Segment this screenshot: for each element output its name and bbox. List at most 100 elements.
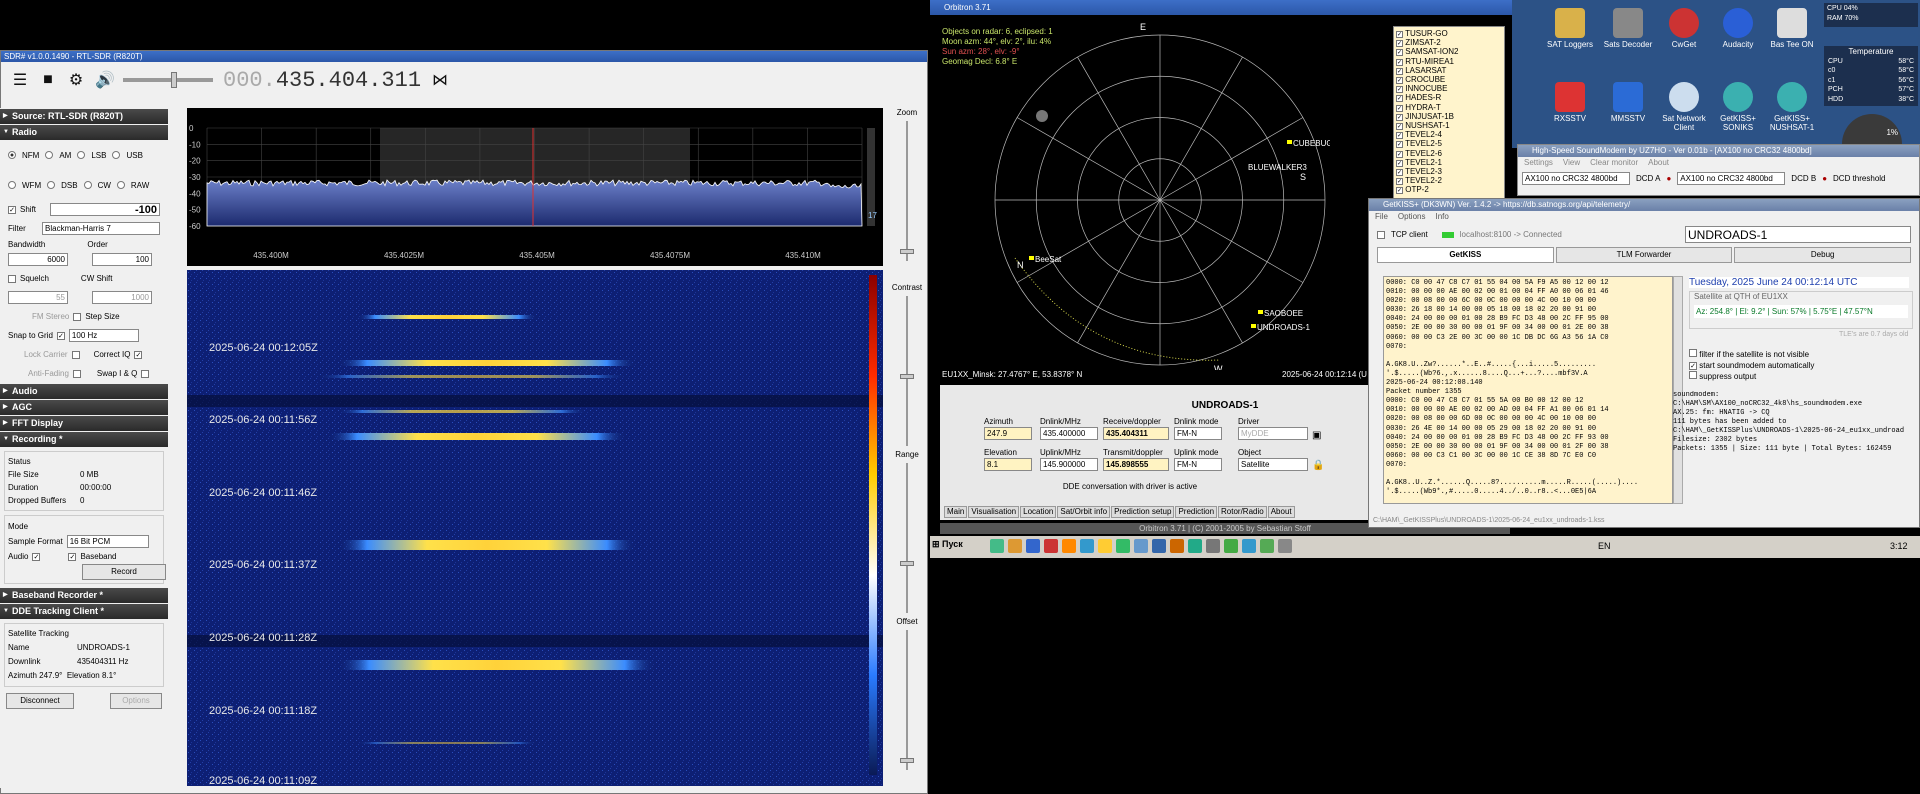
taskbar-app-icon[interactable] — [1116, 539, 1130, 553]
menu-item[interactable]: Info — [1435, 212, 1448, 221]
language-indicator[interactable]: EN — [1598, 541, 1611, 551]
anti-fading-checkbox[interactable] — [72, 369, 81, 378]
driver-select[interactable]: MyDDE — [1238, 427, 1308, 440]
mode-dsb-radio[interactable] — [47, 181, 56, 189]
menu-icon[interactable]: ☰ — [11, 70, 29, 90]
sat-marker[interactable] — [1029, 256, 1034, 260]
satellite-select[interactable]: UNDROADS-1 — [1685, 226, 1911, 243]
driver-settings-icon[interactable]: ▣ — [1312, 430, 1321, 441]
baseband-checkbox[interactable]: ✓ — [68, 552, 77, 561]
satellite-list-item[interactable]: ✓ ZIMSAT-2 — [1396, 38, 1502, 48]
shift-checkbox[interactable]: ✓ — [8, 205, 16, 214]
dnmode-select[interactable]: FM-N — [1174, 427, 1222, 440]
taskbar-app-icon[interactable] — [1062, 539, 1076, 553]
tab-debug[interactable]: Debug — [1734, 247, 1912, 263]
sat-marker[interactable] — [1258, 310, 1263, 314]
offset-slider[interactable] — [900, 630, 914, 770]
snap-checkbox[interactable]: ✓ — [56, 331, 65, 340]
satellite-list-item[interactable]: ✓ TUSUR-GO — [1396, 29, 1502, 38]
orbitron-tab[interactable]: Visualisation — [968, 506, 1020, 518]
desktop-icon[interactable]: RXSSTV — [1540, 82, 1600, 123]
audio-checkbox[interactable]: ✓ — [32, 552, 41, 561]
tcp-checkbox[interactable] — [1377, 230, 1385, 239]
taskbar-app-icon[interactable] — [990, 539, 1004, 553]
orbitron-tab[interactable]: Sat/Orbit info — [1057, 506, 1111, 518]
waterfall-display[interactable]: 2025-06-24 00:12:05Z 2025-06-24 00:11:56… — [187, 270, 883, 786]
mode-cw-radio[interactable] — [83, 181, 92, 189]
orbitron-tab[interactable]: About — [1267, 506, 1295, 518]
filter-visible-checkbox[interactable] — [1689, 349, 1697, 357]
bandwidth-input[interactable]: 6000 — [8, 253, 68, 266]
lock-carrier-checkbox[interactable] — [71, 350, 80, 359]
satellite-list-item[interactable]: ✓ OTP-2 — [1396, 185, 1502, 195]
zoom-slider[interactable] — [900, 121, 914, 261]
satellite-list-item[interactable]: ✓ TEVEL2-1 — [1396, 158, 1502, 167]
auto-soundmodem-checkbox[interactable]: ✓ — [1689, 362, 1697, 370]
taskbar-app-icon[interactable] — [1098, 539, 1112, 553]
volume-slider[interactable] — [123, 72, 213, 88]
section-agc[interactable]: AGC — [0, 400, 168, 415]
gear-icon[interactable]: ⚙ — [67, 70, 85, 90]
desktop-icon[interactable]: Sat Network Client — [1654, 82, 1714, 132]
taskbar-app-icon[interactable] — [1224, 539, 1238, 553]
satellite-list-item[interactable]: ✓ NUSHSAT-1 — [1396, 121, 1502, 131]
object-select[interactable]: Satellite — [1238, 458, 1308, 471]
mode-nfm-radio[interactable] — [8, 151, 16, 159]
section-dde[interactable]: DDE Tracking Client * — [0, 604, 168, 619]
menu-item[interactable]: About — [1648, 158, 1669, 167]
desktop-icon[interactable]: CwGet — [1654, 8, 1714, 49]
options-button[interactable]: Options — [110, 693, 162, 709]
section-radio[interactable]: Radio — [0, 125, 168, 140]
menu-item[interactable]: Clear monitor — [1590, 158, 1638, 167]
squelch-checkbox[interactable] — [8, 274, 16, 283]
spectrum-display[interactable]: 0 -10 -20 -30 -40 -50 -60 435.400M 435.4025M 435.… — [187, 108, 883, 266]
orbitron-tab[interactable]: Main — [944, 506, 968, 518]
taskbar-app-icon[interactable] — [1026, 539, 1040, 553]
satellite-list-item[interactable]: ✓ TEVEL2-3 — [1396, 167, 1502, 177]
radar-plot[interactable]: E S W N CUBEBUG-2 BLUEWALKER3 BeeSat SAO… — [990, 20, 1330, 370]
orbitron-tab[interactable]: Prediction — [1175, 506, 1218, 518]
section-source[interactable]: Source: RTL-SDR (R820T) — [0, 109, 168, 124]
taskbar-app-icon[interactable] — [1080, 539, 1094, 553]
start-button[interactable]: ⊞ Пуск — [932, 539, 963, 550]
orbitron-tab[interactable]: Rotor/Radio — [1218, 506, 1267, 518]
squelch-input[interactable]: 55 — [8, 291, 68, 304]
satellite-list-item[interactable]: ✓ INNOCUBE — [1396, 84, 1502, 94]
orbitron-tab[interactable]: Prediction setup — [1111, 506, 1175, 518]
suppress-output-checkbox[interactable] — [1689, 371, 1697, 379]
section-baseband[interactable]: Baseband Recorder * — [0, 588, 168, 603]
uplink-select[interactable]: 145.900000 — [1040, 458, 1098, 471]
orbitron-tab[interactable]: Location — [1020, 506, 1057, 518]
dnlink-select[interactable]: 435.400000 — [1040, 427, 1098, 440]
mode-wfm-radio[interactable] — [8, 181, 16, 189]
shift-input[interactable]: -100 — [50, 203, 160, 216]
mode-b-select[interactable]: AX100 no CRC32 4800bd — [1677, 172, 1786, 185]
swap-iq-checkbox[interactable] — [141, 369, 150, 378]
menu-item[interactable]: File — [1375, 212, 1388, 221]
sat-marker[interactable] — [1287, 140, 1292, 144]
desktop-icon[interactable]: SAT Loggers — [1540, 8, 1600, 49]
tab-getkiss[interactable]: GetKISS — [1377, 247, 1554, 263]
fm-stereo-checkbox[interactable] — [73, 312, 82, 321]
satellite-list-item[interactable]: ✓ TEVEL2-6 — [1396, 149, 1502, 158]
taskbar-app-icon[interactable] — [1242, 539, 1256, 553]
record-button[interactable]: Record — [82, 564, 166, 580]
satellite-list-item[interactable]: ✓ CROCUBE — [1396, 75, 1502, 85]
taskbar-app-icon[interactable] — [1044, 539, 1058, 553]
mode-usb-radio[interactable] — [112, 151, 121, 159]
speaker-icon[interactable]: 🔊 — [95, 70, 115, 90]
desktop-icon[interactable]: Sats Decoder — [1598, 8, 1658, 49]
mode-lsb-radio[interactable] — [77, 151, 86, 159]
taskbar-app-icon[interactable] — [1188, 539, 1202, 553]
mode-raw-radio[interactable] — [116, 181, 125, 189]
mode-a-select[interactable]: AX100 no CRC32 4800bd — [1522, 172, 1630, 185]
desktop-icon[interactable]: Audacity — [1708, 8, 1768, 49]
stop-icon[interactable]: ■ — [39, 71, 57, 89]
desktop-icon[interactable]: Bas Tee ON — [1762, 8, 1822, 49]
section-audio[interactable]: Audio — [0, 384, 168, 399]
hex-scrollbar[interactable] — [1673, 276, 1683, 504]
clock[interactable]: 3:12 — [1890, 541, 1908, 551]
mode-am-radio[interactable] — [45, 151, 54, 159]
satellite-list-item[interactable]: ✓ HYDRA-T — [1396, 103, 1502, 112]
taskbar-app-icon[interactable] — [1206, 539, 1220, 553]
